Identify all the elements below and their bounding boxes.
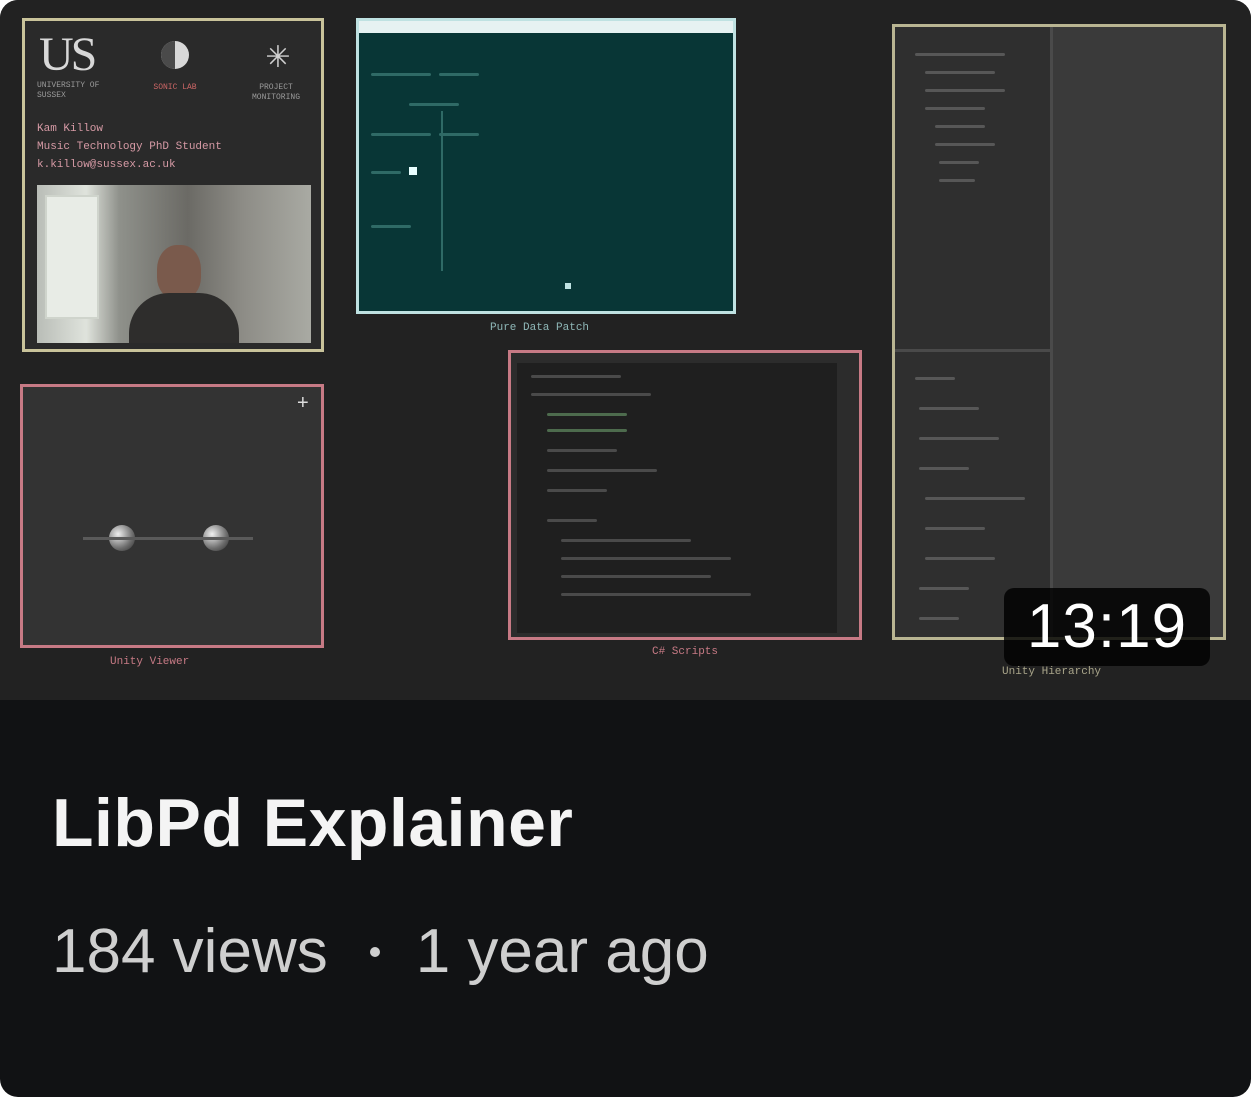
upload-age: 1 year ago (415, 917, 709, 986)
crosshair-icon: + (297, 392, 309, 414)
unity-hierarchy-window (892, 24, 1226, 640)
sonic-lab-label: SONIC LAB (153, 83, 197, 92)
hierarchy-caption: Unity Hierarchy (1002, 666, 1102, 678)
logo-subtitle: UNIVERSITY OF SUSSEX (37, 81, 100, 100)
patch-caption: Pure Data Patch (490, 322, 590, 334)
pd-titlebar (359, 21, 733, 33)
video-thumbnail[interactable]: US UNIVERSITY OF SUSSEX SONIC LAB ✳ PROJ… (0, 0, 1251, 700)
logo-text: US (39, 28, 97, 81)
project-label: PROJECT MONITORING (251, 83, 300, 102)
pd-dot (565, 283, 571, 289)
pd-toggle-box (409, 167, 417, 175)
webcam-feed (37, 185, 311, 343)
presenter-role: Music Technology PhD Student (37, 141, 222, 153)
duration-badge: 13:19 (1004, 588, 1210, 666)
pd-patch-window (356, 18, 736, 314)
view-count: 184 views (52, 917, 328, 986)
presenter-body (129, 293, 239, 343)
scripts-caption: C# Scripts (652, 646, 719, 658)
presenter-panel: US UNIVERSITY OF SUSSEX SONIC LAB ✳ PROJ… (22, 18, 324, 352)
presenter-head (157, 245, 201, 299)
scripts-window (508, 350, 862, 640)
unity-caption: Unity Viewer (110, 656, 190, 668)
university-logo: US (39, 27, 97, 82)
presenter-email: k.killow@sussex.ac.uk (37, 159, 176, 171)
video-title[interactable]: LibPd Explainer (52, 784, 573, 862)
sonic-lab-icon (161, 41, 189, 69)
antenna-icon: ✳ (265, 41, 291, 74)
separator-dot (369, 946, 380, 957)
presenter-name: Kam Killow (37, 123, 104, 135)
video-metadata: 184 views 1 year ago (52, 916, 709, 987)
unity-viewer-window: + (20, 384, 324, 648)
video-card[interactable]: US UNIVERSITY OF SUSSEX SONIC LAB ✳ PROJ… (0, 0, 1251, 1097)
